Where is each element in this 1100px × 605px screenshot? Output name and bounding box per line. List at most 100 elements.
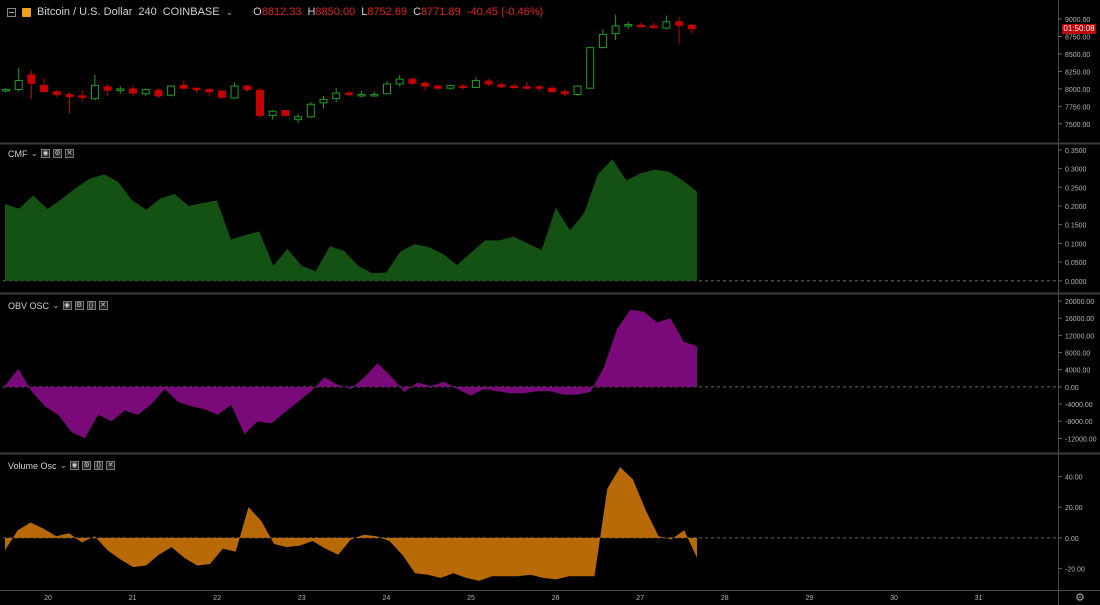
candle[interactable] bbox=[306, 103, 315, 118]
eye-icon[interactable]: ◉ bbox=[62, 301, 72, 310]
eye-icon[interactable]: ◉ bbox=[70, 461, 80, 470]
settings-icon[interactable]: ⚙ bbox=[74, 301, 84, 310]
caret-down-icon[interactable]: ⌄ bbox=[31, 148, 39, 159]
candle[interactable] bbox=[687, 24, 696, 30]
candle[interactable] bbox=[154, 89, 163, 97]
x-tick-label: 26 bbox=[552, 595, 560, 602]
close-icon[interactable]: ✕ bbox=[65, 149, 75, 158]
symbol-header: Bitcoin / U.S. Dollar 240 COINBASE ⌄ O 88… bbox=[7, 6, 543, 18]
candle[interactable] bbox=[675, 21, 684, 26]
obv-pane[interactable] bbox=[3, 309, 1058, 439]
axis-layer: 9000.00 8750.00 8500.00 8250.00 8000.00 7750.… bbox=[44, 17, 1097, 604]
candle[interactable] bbox=[243, 85, 252, 91]
source-code-icon[interactable]: {} bbox=[86, 301, 96, 310]
candle[interactable] bbox=[433, 85, 442, 89]
candle[interactable] bbox=[141, 89, 150, 95]
candle[interactable] bbox=[2, 89, 10, 92]
candle[interactable] bbox=[586, 47, 595, 89]
candle[interactable] bbox=[395, 78, 404, 85]
candle[interactable] bbox=[408, 78, 417, 84]
collapse-icon[interactable] bbox=[7, 7, 16, 17]
open-value: 8812.33 bbox=[261, 6, 302, 18]
candle[interactable] bbox=[179, 84, 188, 89]
candle[interactable] bbox=[624, 24, 633, 27]
candle[interactable] bbox=[662, 21, 671, 29]
candle[interactable] bbox=[256, 89, 264, 116]
obv-label[interactable]: OBV OSC bbox=[8, 301, 49, 311]
cmf-pane[interactable] bbox=[3, 159, 1058, 282]
candle[interactable] bbox=[598, 33, 607, 49]
gear-icon[interactable]: ⚙ bbox=[1075, 591, 1085, 604]
candle[interactable] bbox=[357, 93, 366, 97]
caret-down-icon[interactable]: ⌄ bbox=[226, 7, 234, 18]
settings-icon[interactable]: ⚙ bbox=[53, 149, 63, 158]
eye-icon[interactable]: ◉ bbox=[41, 149, 51, 158]
candle[interactable] bbox=[27, 74, 36, 84]
vol-pane[interactable] bbox=[3, 467, 1058, 581]
price-y-tick-label: 8250.00 bbox=[1065, 69, 1090, 76]
cmf-area[interactable] bbox=[5, 159, 697, 281]
x-tick-label: 20 bbox=[44, 595, 52, 602]
source-code-icon[interactable]: {} bbox=[94, 461, 104, 470]
change-value: -40.45 (-0.46%) bbox=[466, 6, 544, 18]
candle[interactable] bbox=[65, 93, 74, 98]
candle[interactable] bbox=[217, 90, 226, 98]
candle[interactable] bbox=[471, 79, 480, 88]
candle[interactable] bbox=[497, 84, 506, 88]
candle[interactable] bbox=[52, 91, 61, 95]
candle[interactable] bbox=[573, 85, 582, 95]
symbol-name[interactable]: Bitcoin / U.S. Dollar bbox=[37, 6, 132, 18]
candle[interactable] bbox=[383, 83, 391, 95]
candle[interactable] bbox=[611, 25, 620, 35]
candle[interactable] bbox=[129, 88, 137, 94]
vol-label[interactable]: Volume Osc bbox=[8, 461, 57, 471]
candle[interactable] bbox=[370, 93, 379, 97]
candle[interactable] bbox=[319, 98, 328, 104]
candle[interactable] bbox=[205, 89, 214, 93]
candle[interactable] bbox=[344, 92, 353, 96]
price-y-tick-label: 7750.00 bbox=[1065, 104, 1090, 111]
volume-osc-area[interactable] bbox=[5, 467, 697, 581]
high-label: H bbox=[307, 6, 316, 18]
interval[interactable]: 240 bbox=[138, 6, 156, 18]
candle[interactable] bbox=[649, 25, 658, 28]
candle[interactable] bbox=[167, 85, 176, 96]
candle[interactable] bbox=[90, 84, 99, 100]
candle[interactable] bbox=[535, 86, 544, 89]
cmf-label[interactable]: CMF bbox=[8, 149, 28, 159]
candle[interactable] bbox=[103, 86, 112, 91]
candle[interactable] bbox=[40, 84, 49, 93]
candle[interactable] bbox=[332, 92, 341, 100]
candle[interactable] bbox=[192, 87, 201, 91]
vol-legend: Volume Osc ⌄ ◉ ⚙ {} ✕ bbox=[8, 460, 116, 471]
volume-osc-y-tick-label: 0.00 bbox=[1065, 536, 1079, 543]
close-icon[interactable]: ✕ bbox=[98, 301, 108, 310]
chart-canvas[interactable]: 9000.00 8750.00 8500.00 8250.00 8000.00 7750.… bbox=[0, 0, 1100, 605]
candle[interactable] bbox=[510, 85, 518, 89]
candle[interactable] bbox=[230, 85, 239, 99]
candle[interactable] bbox=[484, 80, 493, 85]
candle[interactable] bbox=[268, 110, 277, 116]
candle[interactable] bbox=[446, 84, 455, 89]
candle[interactable] bbox=[78, 95, 87, 98]
candle[interactable] bbox=[548, 87, 557, 93]
caret-down-icon[interactable]: ⌄ bbox=[52, 300, 60, 311]
candle[interactable] bbox=[522, 86, 531, 89]
candle[interactable] bbox=[14, 79, 23, 91]
close-label: C bbox=[413, 6, 422, 18]
candle[interactable] bbox=[294, 116, 303, 121]
candle[interactable] bbox=[637, 24, 645, 28]
close-icon[interactable]: ✕ bbox=[106, 461, 116, 470]
cmf-y-tick-label: 0.2000 bbox=[1065, 204, 1087, 211]
candle[interactable] bbox=[116, 88, 125, 91]
candle[interactable] bbox=[421, 82, 430, 87]
settings-icon[interactable]: ⚙ bbox=[82, 461, 92, 470]
x-tick-label: 22 bbox=[213, 595, 221, 602]
obv-area[interactable] bbox=[5, 309, 697, 439]
price-pane[interactable] bbox=[2, 14, 696, 124]
caret-down-icon[interactable]: ⌄ bbox=[60, 460, 68, 471]
low-value: 8752.69 bbox=[367, 6, 408, 18]
candle[interactable] bbox=[281, 110, 290, 116]
candle[interactable] bbox=[560, 91, 569, 95]
candle[interactable] bbox=[459, 85, 468, 89]
